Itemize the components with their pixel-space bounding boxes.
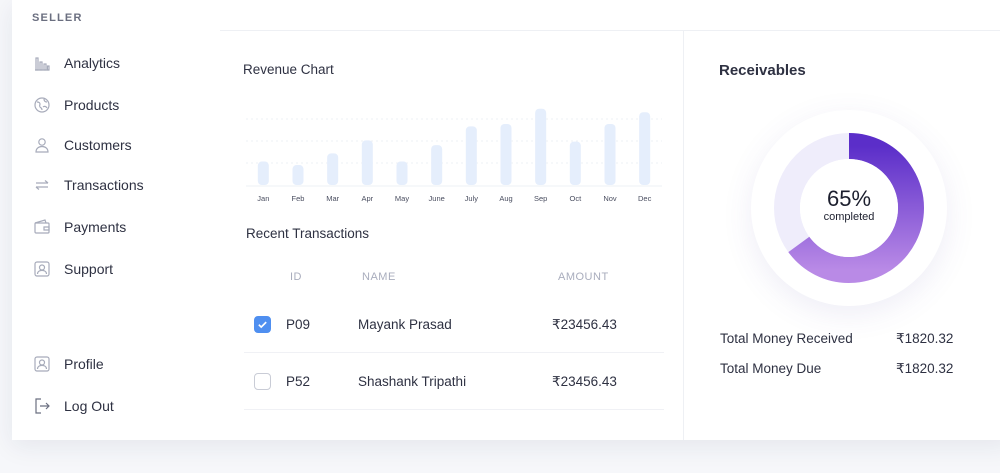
- column-header-amount: AMOUNT: [558, 271, 609, 283]
- sidebar-item-products[interactable]: Products: [32, 93, 119, 117]
- sidebar-item-support[interactable]: Support: [32, 257, 113, 281]
- table-row[interactable]: P52 Shashank Tripathi ₹23456.43: [244, 354, 664, 410]
- percent-value: 65%: [826, 186, 872, 211]
- bar-june: [431, 145, 443, 185]
- total-due-label: Total Money Due: [720, 361, 822, 376]
- brand-label: SELLER: [32, 12, 83, 24]
- column-header-name: NAME: [362, 271, 396, 283]
- bar-feb: [292, 165, 304, 185]
- receivables-panel: Receivables 65% completed Total Money Re…: [683, 31, 1000, 440]
- sidebar-item-label: Log Out: [64, 398, 114, 414]
- x-tick-label: Mar: [326, 194, 339, 203]
- transaction-id: P09: [286, 317, 311, 332]
- x-tick-label: Apr: [361, 194, 373, 203]
- x-tick-label: Aug: [499, 194, 512, 203]
- bar-oct: [569, 141, 581, 185]
- bar-mar: [327, 153, 339, 185]
- user-icon: [32, 135, 52, 155]
- transfer-arrows-icon: [32, 175, 52, 195]
- transaction-name: Shashank Tripathi: [358, 374, 467, 389]
- receivables-donut: 65% completed: [751, 110, 947, 306]
- sidebar-item-label: Payments: [64, 219, 127, 235]
- row-checkbox[interactable]: [254, 373, 271, 390]
- sidebar-item-payments[interactable]: Payments: [32, 215, 126, 239]
- x-tick-label: July: [465, 194, 479, 203]
- transaction-amount: ₹23456.43: [552, 374, 617, 389]
- bar-aug: [500, 123, 512, 185]
- bar-july: [465, 126, 477, 185]
- transaction-name: Mayank Prasad: [358, 317, 452, 332]
- sidebar-item-label: Support: [64, 261, 114, 277]
- revenue-chart: Jan Feb Mar Apr May June July Aug Sep Oct Nov Dec: [246, 108, 662, 203]
- total-received-value: ₹1820.32: [896, 331, 954, 346]
- sidebar-item-label: Customers: [64, 137, 132, 153]
- top-bar: [220, 0, 1000, 31]
- row-checkbox[interactable]: [254, 316, 271, 333]
- sidebar-item-profile[interactable]: Profile: [32, 352, 104, 376]
- bar-jan: [257, 161, 269, 185]
- percent-caption: completed: [823, 211, 875, 223]
- support-icon: [32, 259, 52, 279]
- bar-nov: [604, 123, 616, 185]
- wallet-icon: [32, 217, 52, 237]
- transaction-id: P52: [286, 374, 311, 389]
- recent-transactions-title: Recent Transactions: [246, 226, 370, 241]
- logout-icon: [32, 396, 52, 416]
- main-content: Revenue Chart Jan Feb Mar Apr May June July Aug…: [220, 31, 683, 440]
- dashboard-card: SELLER Analytics Products Customers Tran…: [12, 0, 1000, 440]
- sidebar-item-label: Transactions: [64, 177, 144, 193]
- x-tick-label: Nov: [603, 194, 617, 203]
- total-due-value: ₹1820.32: [896, 361, 954, 376]
- x-tick-label: Oct: [569, 194, 582, 203]
- globe-icon: [32, 95, 52, 115]
- x-tick-label: June: [429, 194, 445, 203]
- bar-may: [396, 161, 408, 185]
- transaction-amount: ₹23456.43: [552, 317, 617, 332]
- sidebar-item-logout[interactable]: Log Out: [32, 394, 114, 418]
- checkmark-icon: [258, 321, 267, 329]
- x-tick-label: Feb: [292, 194, 305, 203]
- revenue-chart-title: Revenue Chart: [243, 62, 334, 77]
- sidebar-item-label: Analytics: [64, 55, 121, 71]
- profile-icon: [32, 354, 52, 374]
- x-tick-label: Jan: [257, 194, 269, 203]
- bar-dec: [639, 112, 651, 185]
- bar-sep: [535, 108, 547, 185]
- sidebar-item-transactions[interactable]: Transactions: [32, 173, 144, 197]
- total-received-label: Total Money Received: [720, 331, 853, 346]
- x-tick-label: Dec: [638, 194, 652, 203]
- column-header-id: ID: [290, 271, 302, 283]
- sidebar-item-customers[interactable]: Customers: [32, 133, 132, 157]
- sidebar-item-label: Profile: [64, 356, 104, 372]
- bar-apr: [361, 140, 373, 185]
- sidebar: SELLER Analytics Products Customers Tran…: [12, 0, 220, 440]
- table-row[interactable]: P09 Mayank Prasad ₹23456.43: [244, 297, 664, 353]
- bar-chart-icon: [32, 53, 52, 73]
- x-tick-label: Sep: [534, 194, 547, 203]
- sidebar-item-analytics[interactable]: Analytics: [32, 51, 120, 75]
- receivables-title: Receivables: [719, 62, 806, 79]
- sidebar-item-label: Products: [64, 97, 120, 113]
- x-tick-label: May: [395, 194, 409, 203]
